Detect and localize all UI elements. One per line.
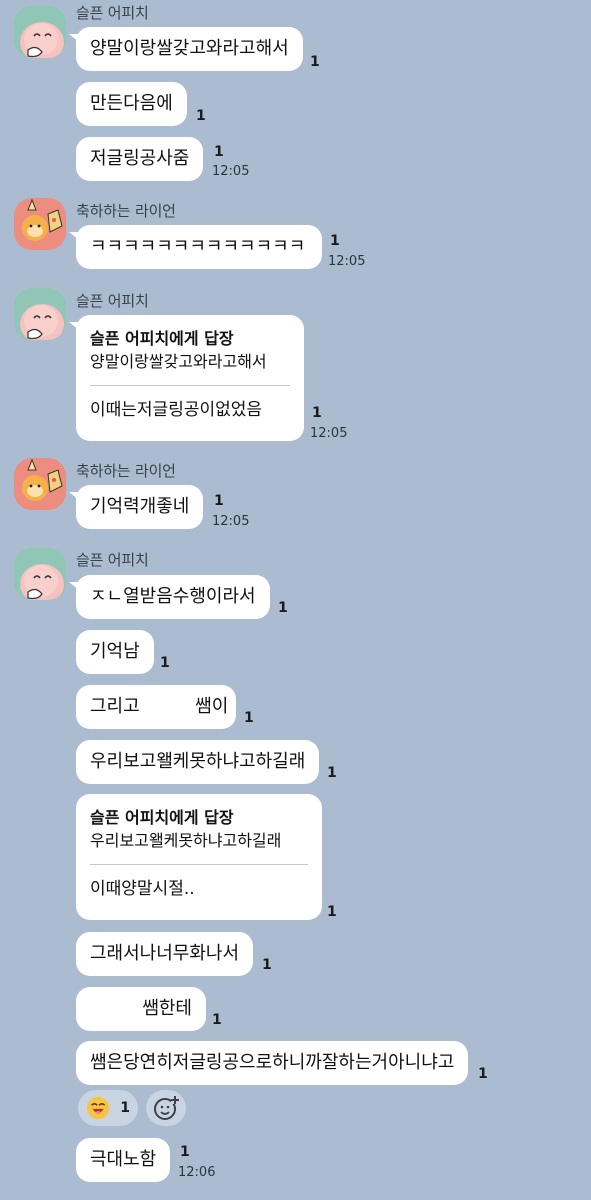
message-time: 12:05 — [212, 514, 250, 529]
laughing-face-icon — [86, 1096, 110, 1120]
message-text: 쌤이 — [195, 696, 229, 717]
message-bubble[interactable]: 우리보고왤케못하냐고하길래 — [76, 740, 320, 784]
message-bubble[interactable]: 양말이랑쌀갖고와라고해서 — [69, 27, 303, 71]
unread-count: 1 — [327, 765, 337, 781]
reaction-pill[interactable]: 1 — [78, 1090, 138, 1126]
message-bubble[interactable]: ㅈㄴ열받음수행이라서 — [69, 575, 270, 619]
message-text: 양말이랑쌀갖고와라고해서 — [90, 38, 289, 59]
add-reaction-button[interactable] — [146, 1090, 186, 1126]
unread-count: 1 — [244, 710, 254, 726]
unread-count: 1 — [180, 1144, 190, 1160]
message-bubble[interactable]: 저글링공사줌 — [76, 137, 204, 181]
message-text: 극대노함 — [90, 1149, 157, 1170]
sender-name-lion: 축하하는 라이언 — [76, 202, 176, 220]
sender-name-peach: 슬픈 어피치 — [76, 4, 149, 22]
sender-name-lion: 축하하는 라이언 — [76, 462, 176, 480]
lion-avatar-icon — [14, 458, 66, 510]
message-bubble[interactable]: 쌤한테 — [76, 987, 206, 1031]
peach-avatar[interactable] — [14, 6, 66, 58]
unread-count: 1 — [160, 655, 170, 671]
message-time: 12:05 — [212, 164, 250, 179]
unread-count: 1 — [327, 904, 337, 920]
peach-avatar-icon — [14, 548, 66, 600]
unread-count: 1 — [312, 405, 322, 421]
add-emoji-icon — [154, 1096, 179, 1120]
sender-name-peach: 슬픈 어피치 — [76, 551, 149, 569]
peach-avatar-icon — [14, 288, 66, 340]
message-bubble[interactable]: 기억남 — [76, 630, 154, 674]
unread-count: 1 — [212, 1012, 222, 1028]
reply-message-bubble[interactable]: 슬픈 어피치에게 답장 우리보고왤케못하냐고하길래 이때양말시절.. — [76, 794, 322, 920]
message-bubble[interactable]: 그리고 쌤이 — [76, 685, 236, 729]
message-text: 기억남 — [90, 641, 140, 662]
peach-avatar-icon — [14, 6, 66, 58]
message-text: 쌤한테 — [142, 998, 192, 1019]
message-text: 쌤은당연히저글링공으로하니까잘하는거아니냐고 — [90, 1052, 455, 1073]
unread-count: 1 — [330, 233, 340, 249]
message-bubble[interactable]: 기억력개좋네 — [68, 485, 204, 529]
peach-avatar[interactable] — [14, 548, 66, 600]
lion-avatar[interactable] — [14, 458, 66, 510]
reply-quoted-text: 우리보고왤케못하냐고하길래 — [90, 831, 282, 850]
reply-quoted-text: 양말이랑쌀갖고와라고해서 — [90, 352, 267, 371]
message-text: 우리보고왤케못하냐고하길래 — [90, 751, 306, 772]
unread-count: 1 — [278, 600, 288, 616]
message-text: 기억력개좋네 — [90, 496, 190, 517]
message-text: 만든다음에 — [90, 93, 173, 114]
reply-header: 슬픈 어피치에게 답장 — [90, 808, 234, 827]
unread-count: 1 — [196, 108, 206, 124]
message-text: ㅈㄴ열받음수행이라서 — [90, 586, 256, 607]
message-text: 그리고 — [90, 696, 140, 717]
reaction-count: 1 — [120, 1100, 130, 1116]
reply-message-bubble[interactable]: 슬픈 어피치에게 답장 양말이랑쌀갖고와라고해서 이때는저글링공이없었음 — [69, 315, 304, 441]
unread-count: 1 — [478, 1066, 488, 1082]
reply-header: 슬픈 어피치에게 답장 — [90, 329, 234, 348]
message-time: 12:05 — [310, 426, 348, 441]
message-bubble[interactable]: ㅋㅋㅋㅋㅋㅋㅋㅋㅋㅋㅋㅋㅋ — [69, 225, 322, 269]
reply-divider — [90, 385, 290, 386]
message-text: ㅋㅋㅋㅋㅋㅋㅋㅋㅋㅋㅋㅋㅋ — [90, 236, 306, 257]
reply-divider — [90, 864, 308, 865]
unread-count: 1 — [214, 144, 224, 160]
sender-name-peach: 슬픈 어피치 — [76, 292, 149, 310]
lion-avatar-icon — [14, 198, 66, 250]
message-text: 저글링공사줌 — [90, 148, 190, 169]
message-text: 그래서나너무화나서 — [90, 943, 240, 964]
message-time: 12:06 — [178, 1165, 216, 1180]
unread-count: 1 — [262, 957, 272, 973]
message-bubble[interactable]: 만든다음에 — [76, 82, 187, 126]
message-bubble[interactable]: 쌤은당연히저글링공으로하니까잘하는거아니냐고 — [76, 1041, 469, 1085]
peach-avatar[interactable] — [14, 288, 66, 340]
message-time: 12:05 — [328, 254, 366, 269]
unread-count: 1 — [310, 54, 320, 70]
message-text: 이때양말시절.. — [90, 879, 195, 899]
message-bubble[interactable]: 그래서나너무화나서 — [76, 932, 254, 976]
message-text: 이때는저글링공이없었음 — [90, 400, 263, 420]
lion-avatar[interactable] — [14, 198, 66, 250]
unread-count: 1 — [214, 493, 224, 509]
message-bubble[interactable]: 극대노함 — [76, 1138, 171, 1182]
